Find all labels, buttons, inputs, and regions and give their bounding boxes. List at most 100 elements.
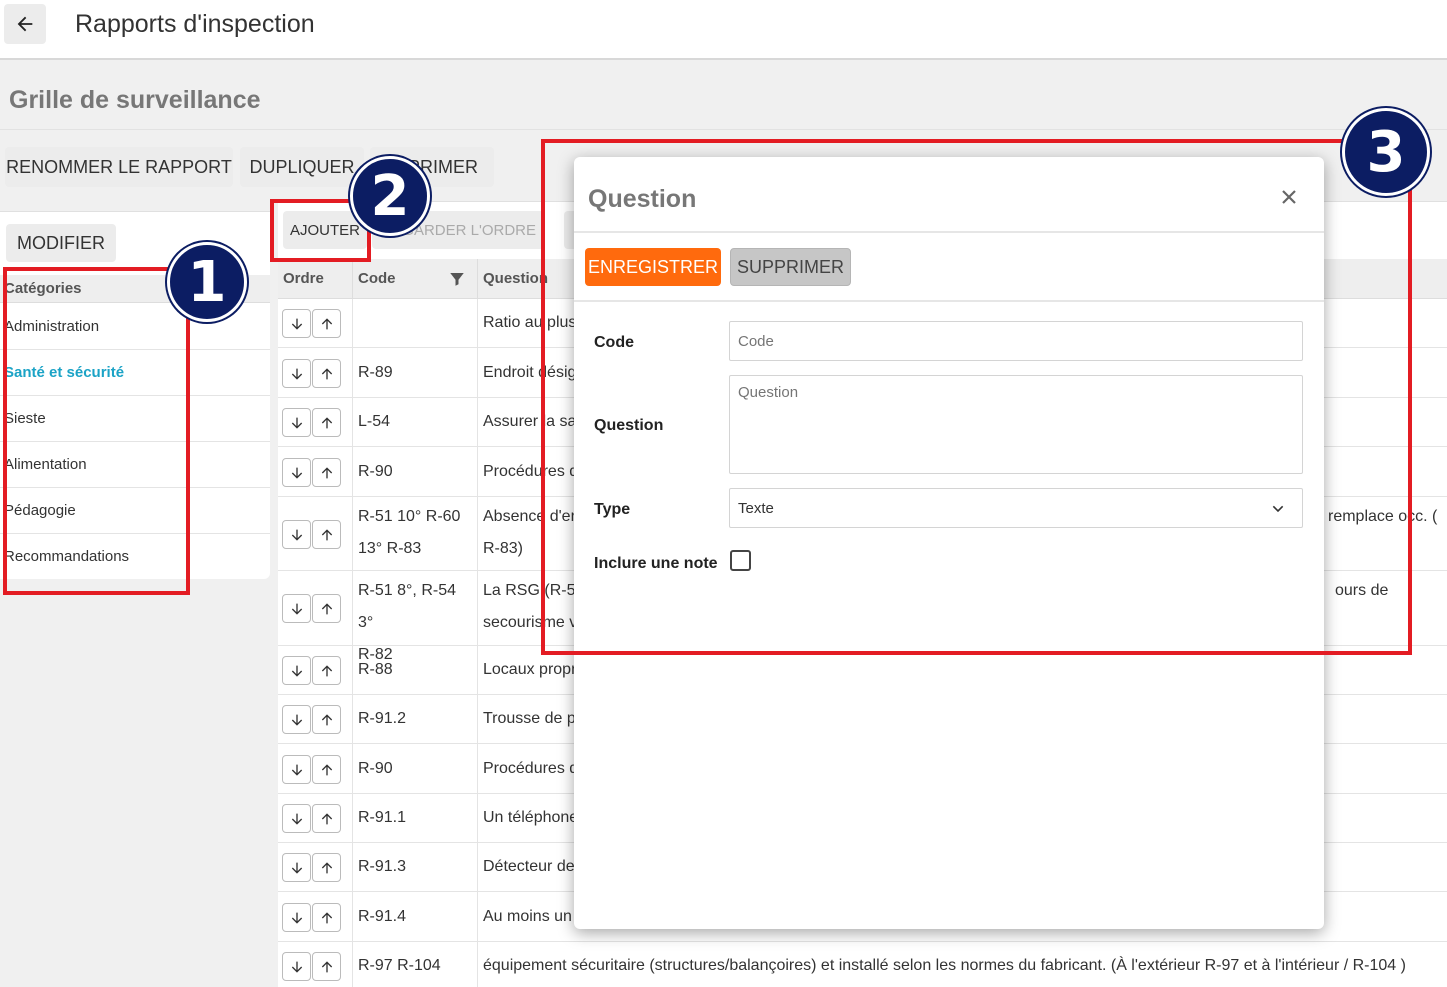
move-down-button[interactable] <box>282 903 311 932</box>
question-line-tail: remplace occ. ( <box>1328 508 1438 525</box>
move-up-button[interactable] <box>312 755 341 784</box>
filter-icon[interactable] <box>448 270 466 288</box>
dialog-divider <box>574 300 1324 302</box>
code-cell: R-91.3 <box>353 843 478 891</box>
move-up-button[interactable] <box>312 656 341 685</box>
ordre-cell <box>278 744 353 793</box>
code-cell: R-90 <box>353 744 478 793</box>
move-up-button[interactable] <box>312 520 341 549</box>
move-up-button[interactable] <box>312 359 341 388</box>
close-icon[interactable] <box>1277 185 1301 209</box>
move-up-button[interactable] <box>312 952 341 981</box>
annotation-badge-3: 3 <box>1342 108 1430 196</box>
move-down-button[interactable] <box>282 359 311 388</box>
arrow-up-icon <box>321 861 332 873</box>
move-down-button[interactable] <box>282 952 311 981</box>
move-up-button[interactable] <box>312 705 341 734</box>
move-down-button[interactable] <box>282 520 311 549</box>
code-input[interactable] <box>729 321 1303 361</box>
type-select-value: Texte <box>738 499 774 517</box>
modify-button[interactable]: MODIFIER <box>6 224 116 262</box>
arrow-down-icon <box>291 813 302 825</box>
question-label: Question <box>594 417 664 434</box>
type-label: Type <box>594 501 631 518</box>
ordre-cell <box>278 299 353 347</box>
column-header-code: Code <box>353 259 478 299</box>
top-bar: Rapports d'inspection <box>0 0 1447 60</box>
question-textarea[interactable] <box>729 375 1303 474</box>
dialog-title: Question <box>588 185 697 213</box>
arrow-up-icon <box>321 713 332 725</box>
save-button[interactable]: ENREGISTRER <box>585 248 721 286</box>
arrow-up-icon <box>321 664 332 676</box>
move-down-button[interactable] <box>282 594 311 623</box>
add-button[interactable]: AJOUTER <box>283 211 367 249</box>
table-row[interactable]: R-97 R-104 équipement sécuritaire (struct… <box>278 942 1447 987</box>
move-down-button[interactable] <box>282 458 311 487</box>
category-item-sieste[interactable]: Sieste <box>0 396 270 442</box>
rename-report-button[interactable]: RENOMMER LE RAPPORT <box>5 147 233 187</box>
arrow-down-icon <box>291 529 302 541</box>
move-up-button[interactable] <box>312 408 341 437</box>
arrow-up-icon <box>321 466 332 478</box>
move-down-button[interactable] <box>282 309 311 338</box>
arrow-up-icon <box>321 911 332 923</box>
arrow-up-icon <box>321 602 332 614</box>
ordre-cell <box>278 843 353 891</box>
chevron-down-icon <box>1272 505 1284 513</box>
question-line-tail: ours de <box>1335 582 1389 599</box>
code-cell: R-91.1 <box>353 794 478 842</box>
move-down-button[interactable] <box>282 853 311 882</box>
move-up-button[interactable] <box>312 458 341 487</box>
code-cell: R-91.2 <box>353 695 478 743</box>
arrow-left-icon <box>17 16 33 32</box>
move-up-button[interactable] <box>312 309 341 338</box>
include-note-label: Inclure une note <box>594 555 718 572</box>
ordre-cell <box>278 942 353 987</box>
code-line: R-51 10° R-60 <box>358 508 461 525</box>
arrow-up-icon <box>321 528 332 540</box>
dialog-divider <box>574 231 1324 233</box>
back-button[interactable] <box>4 4 46 44</box>
include-note-checkbox[interactable] <box>730 550 751 571</box>
type-select[interactable]: Texte <box>729 488 1303 528</box>
move-up-button[interactable] <box>312 853 341 882</box>
code-cell: R-88 <box>353 646 478 694</box>
ordre-cell <box>278 646 353 694</box>
ordre-cell <box>278 794 353 842</box>
duplicate-button[interactable]: DUPLIQUER <box>240 147 364 187</box>
move-up-button[interactable] <box>312 594 341 623</box>
category-item-recommandations[interactable]: Recommandations <box>0 534 270 580</box>
question-cell: équipement sécuritaire (structures/balan… <box>483 957 1406 974</box>
move-down-button[interactable] <box>282 656 311 685</box>
arrow-down-icon <box>291 912 302 924</box>
arrow-down-icon <box>291 318 302 330</box>
move-up-button[interactable] <box>312 804 341 833</box>
move-up-button[interactable] <box>312 903 341 932</box>
category-item-alimentation[interactable]: Alimentation <box>0 442 270 488</box>
arrow-up-icon <box>321 416 332 428</box>
arrow-up-icon <box>321 317 332 329</box>
category-item-sante-securite[interactable]: Santé et sécurité <box>0 350 270 396</box>
code-cell: R-97 R-104 <box>353 942 478 987</box>
move-down-button[interactable] <box>282 755 311 784</box>
arrow-up-icon <box>321 763 332 775</box>
ordre-cell <box>278 398 353 446</box>
move-down-button[interactable] <box>282 408 311 437</box>
column-header-code-label: Code <box>358 270 396 287</box>
delete-question-button[interactable]: SUPPRIMER <box>730 248 851 286</box>
arrow-down-icon <box>291 961 302 973</box>
ordre-cell <box>278 571 353 645</box>
arrow-down-icon <box>291 764 302 776</box>
arrow-down-icon <box>291 467 302 479</box>
arrow-down-icon <box>291 714 302 726</box>
move-down-button[interactable] <box>282 804 311 833</box>
category-item-pedagogie[interactable]: Pédagogie <box>0 488 270 534</box>
app-title: Rapports d'inspection <box>75 10 315 38</box>
move-down-button[interactable] <box>282 705 311 734</box>
code-cell: L-54 <box>353 398 478 446</box>
code-cell <box>353 299 478 347</box>
arrow-up-icon <box>321 367 332 379</box>
column-header-question-label: Question <box>483 270 549 287</box>
code-line: 13° R-83 <box>358 540 422 557</box>
